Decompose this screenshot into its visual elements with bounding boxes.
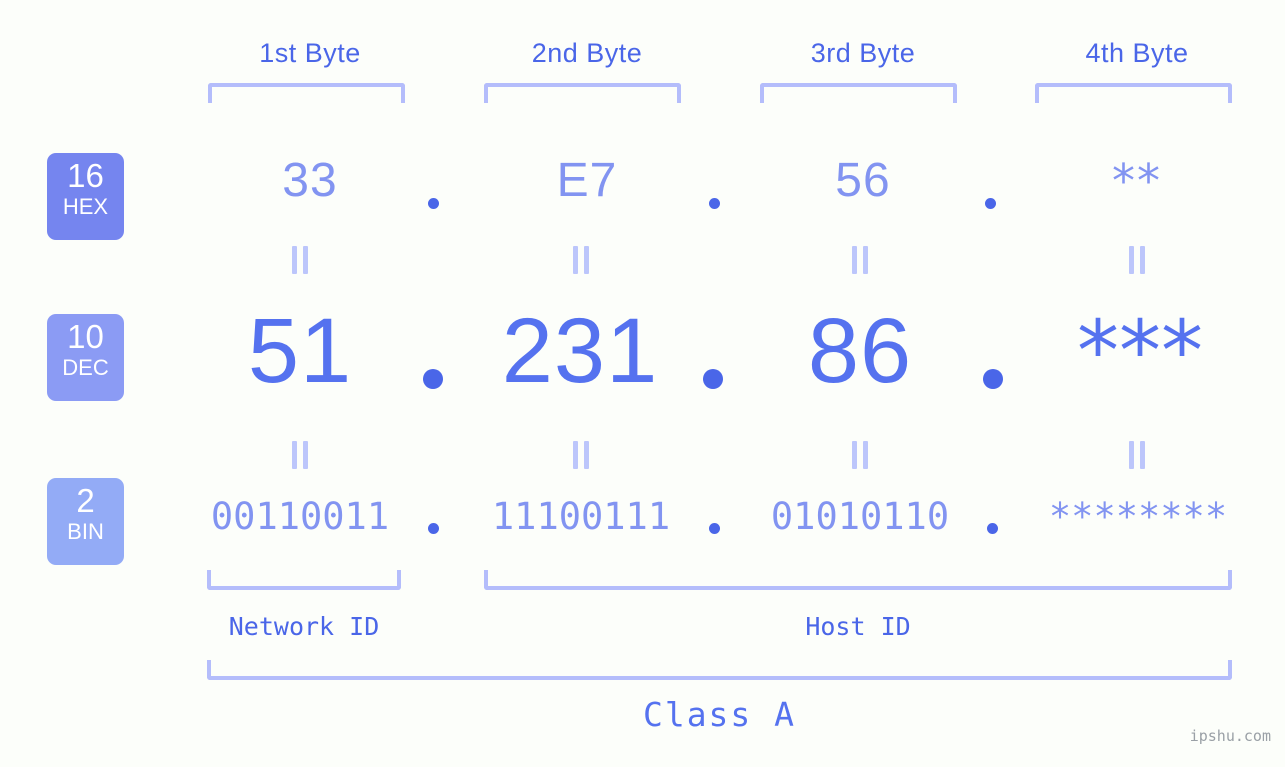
radix-badge-hex: 16 HEX [47,153,124,240]
radix-badge-dec-number: 10 [67,318,104,355]
hex-value-byte-3: 56 [835,154,891,207]
bin-value-byte-1: 00110011 [210,495,390,538]
hex-separator-dot-1 [428,198,439,209]
equals-mark-hex-dec-3 [851,246,869,274]
radix-badge-hex-number: 16 [67,157,104,194]
class-bracket [207,660,1232,680]
byte-header-2: 2nd Byte [531,38,643,68]
dec-value-byte-4: *** [1077,302,1203,400]
radix-badge-dec-name: DEC [62,355,109,380]
equals-mark-dec-bin-3 [851,441,869,469]
radix-badge-dec: 10 DEC [47,314,124,401]
byte-header-4: 4th Byte [1085,38,1189,68]
bin-separator-dot-2 [709,523,720,534]
equals-mark-hex-dec-2 [572,246,590,274]
byte-header-1: 1st Byte [259,38,361,68]
hex-separator-dot-3 [985,198,996,209]
byte-header-3: 3rd Byte [810,38,916,68]
network-id-label: Network ID [228,612,380,641]
hex-value-byte-4: ** [1112,154,1162,208]
dec-separator-dot-2 [703,369,723,389]
bin-separator-dot-1 [428,523,439,534]
equals-mark-hex-dec-1 [291,246,309,274]
hex-value-byte-1: 33 [282,154,338,207]
dec-separator-dot-1 [423,369,443,389]
bin-value-byte-2: 11100111 [491,495,671,538]
radix-badge-bin-name: BIN [67,519,104,544]
byte-bracket-top-3 [760,83,957,103]
equals-mark-hex-dec-4 [1128,246,1146,274]
byte-bracket-top-4 [1035,83,1232,103]
bin-value-byte-3: 01010110 [770,495,950,538]
network-id-bracket [207,570,401,590]
dec-separator-dot-3 [983,369,1003,389]
radix-badge-bin: 2 BIN [47,478,124,565]
bin-value-byte-4: ******** [1048,495,1228,538]
dec-value-byte-3: 86 [807,300,913,402]
equals-mark-dec-bin-1 [291,441,309,469]
host-id-bracket [484,570,1232,590]
hex-value-byte-2: E7 [556,154,618,207]
dec-value-byte-2: 231 [501,300,659,402]
radix-badge-hex-name: HEX [62,194,109,219]
ip-byte-breakdown-diagram: 1st Byte 2nd Byte 3rd Byte 4th Byte 16 H… [0,0,1285,767]
dec-value-byte-1: 51 [247,300,353,402]
site-watermark: ipshu.com [1189,727,1271,745]
byte-bracket-top-1 [208,83,405,103]
byte-bracket-top-2 [484,83,681,103]
equals-mark-dec-bin-2 [572,441,590,469]
bin-separator-dot-3 [987,523,998,534]
equals-mark-dec-bin-4 [1128,441,1146,469]
class-label: Class A [642,695,797,734]
hex-separator-dot-2 [709,198,720,209]
radix-badge-bin-number: 2 [76,482,95,519]
host-id-label: Host ID [805,612,911,641]
